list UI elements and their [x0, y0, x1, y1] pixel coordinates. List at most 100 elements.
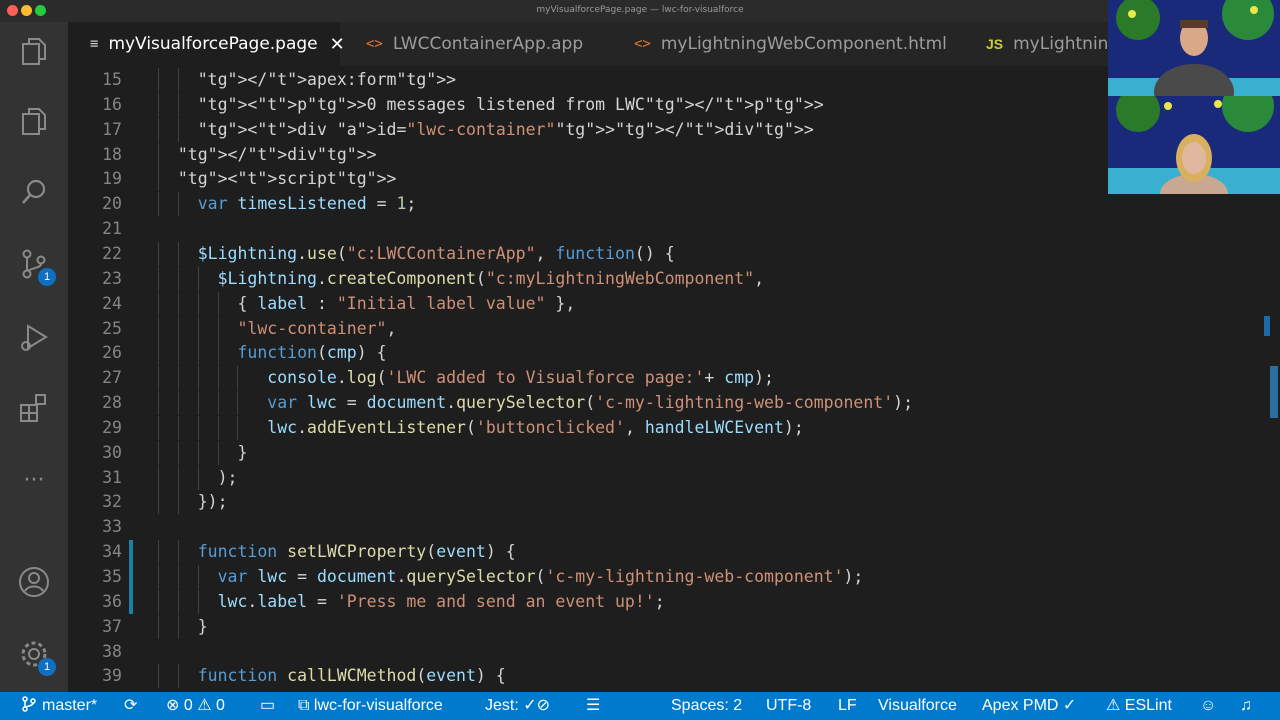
tab-mylightning-js[interactable]: JS myLightning — [986, 22, 1119, 66]
line-number: 28 — [102, 393, 122, 413]
encoding-selector[interactable]: UTF-8 — [766, 692, 811, 720]
tab-lwccontainerapp[interactable]: <> LWCContainerApp.app — [366, 22, 583, 66]
code-line[interactable]: 36 lwc.label = 'Press me and send an eve… — [68, 589, 1258, 614]
line-number: 24 — [102, 293, 122, 313]
tab-myvisualforcepage[interactable]: ≡ myVisualforcePage.page ✕ — [68, 22, 345, 66]
extensions-icon[interactable] — [14, 388, 54, 428]
activity-bar: 1 ··· 1 — [0, 22, 68, 692]
code-line[interactable]: 31 ); — [68, 465, 1258, 490]
feedback-icon[interactable]: ☺ — [1200, 692, 1216, 720]
line-number: 29 — [102, 417, 122, 437]
language-mode-selector[interactable]: Visualforce — [878, 692, 957, 720]
webcam-feed-2 — [1108, 96, 1280, 194]
branch-indicator[interactable]: master* — [22, 692, 97, 720]
apex-pmd-label: Apex PMD — [982, 697, 1059, 714]
branch-name: master* — [42, 697, 98, 714]
line-number: 34 — [102, 542, 122, 562]
code-text: "tg"></"t">div"tg">> — [177, 144, 377, 164]
code-text: var timesListened = 1; — [197, 194, 417, 214]
tab-label: myLightning — [1013, 34, 1120, 54]
code-line[interactable]: 29 lwc.addEventListener('buttonclicked',… — [68, 415, 1258, 440]
menu-lines-icon[interactable]: ☰ — [586, 692, 600, 720]
code-line[interactable]: 26 function(cmp) { — [68, 341, 1258, 366]
code-line[interactable]: 21 — [68, 217, 1258, 241]
search-icon[interactable] — [14, 172, 54, 212]
line-number: 30 — [102, 442, 122, 462]
settings-badge: 1 — [38, 658, 56, 676]
code-line[interactable]: 22 $Lightning.use("c:LWCContainerApp", f… — [68, 241, 1258, 266]
code-brackets-icon: <> — [366, 36, 383, 52]
code-text: lwc.addEventListener('buttonclicked', ha… — [267, 417, 804, 437]
code-line[interactable]: 24 { label : "Initial label value" }, — [68, 291, 1258, 316]
code-text: var lwc = document.querySelector('c-my-l… — [267, 393, 914, 413]
account-icon[interactable] — [14, 562, 54, 602]
warning-icon: ⚠ — [197, 697, 212, 714]
code-line[interactable]: 35 var lwc = document.querySelector('c-m… — [68, 565, 1258, 589]
code-line[interactable]: 38 — [68, 640, 1258, 664]
window-title: myVisualforcePage.page — lwc-for-visualf… — [536, 5, 744, 15]
line-number: 26 — [102, 343, 122, 363]
eslint-status[interactable]: ⚠ ESLint — [1106, 692, 1172, 720]
jest-status[interactable]: Jest: ✓⊘ — [485, 692, 550, 720]
code-line[interactable]: 28 var lwc = document.querySelector('c-m… — [68, 391, 1258, 416]
code-line[interactable]: 34 function setLWCProperty(event) { — [68, 540, 1258, 565]
scrollbar-thumb[interactable] — [1270, 366, 1278, 418]
code-line[interactable]: 23 $Lightning.createComponent("c:myLight… — [68, 266, 1258, 291]
tab-mylightningwebcomponent-html[interactable]: <> myLightningWebComponent.html — [634, 22, 947, 66]
code-line[interactable]: 19 "tg"><"t">script"tg">> — [68, 167, 1258, 192]
line-number: 20 — [102, 194, 122, 214]
gear-icon[interactable]: 1 — [14, 634, 56, 676]
code-line[interactable]: 18 "tg"></"t">div"tg">> — [68, 142, 1258, 167]
tab-label: myLightningWebComponent.html — [660, 34, 947, 54]
eol-selector[interactable]: LF — [838, 692, 857, 720]
code-line[interactable]: 17 "tg"><"t">div "a">id="lwc-container""… — [68, 117, 1258, 142]
notifications-bell-icon[interactable]: ♫ — [1240, 692, 1252, 720]
code-text: } — [158, 442, 248, 462]
warning-count: 0 — [216, 697, 225, 714]
code-line[interactable]: 33 — [68, 515, 1258, 539]
line-number: 38 — [102, 641, 122, 661]
code-line[interactable]: 27 console.log('LWC added to Visualforce… — [68, 366, 1258, 391]
more-icon[interactable]: ··· — [14, 460, 54, 500]
code-line[interactable]: 20 var timesListened = 1; — [68, 192, 1258, 217]
error-count: 0 — [183, 697, 193, 714]
explorer-icon[interactable] — [14, 32, 54, 72]
editor-tab-bar: ≡ myVisualforcePage.page ✕ <> LWCContain… — [68, 22, 1280, 66]
error-icon: ⊗ — [166, 697, 180, 714]
code-line[interactable]: 16 "tg"><"t">p"tg">>0 messages listened … — [68, 92, 1258, 117]
sync-icon[interactable]: ⟳ — [124, 692, 137, 720]
line-number: 36 — [102, 591, 122, 611]
close-icon[interactable]: ✕ — [330, 34, 345, 55]
code-line[interactable]: 39 function callLWCMethod(event) { — [68, 664, 1258, 689]
code-text: "tg"><"t">div "a">id="lwc-container""tg"… — [197, 119, 814, 139]
code-text: "tg"><"t">p"tg">>0 messages listened fro… — [197, 94, 824, 114]
code-line[interactable]: 15 "tg"></"t">apex:form"tg">> — [68, 68, 1258, 92]
project-indicator[interactable]: ⧉ lwc-for-visualforce — [298, 692, 443, 720]
line-number: 33 — [102, 517, 122, 537]
code-text: var lwc = document.querySelector('c-my-l… — [217, 567, 864, 586]
line-number: 17 — [102, 119, 122, 139]
files-icon[interactable] — [14, 102, 54, 142]
org-icon: ⧉ — [298, 697, 310, 714]
source-control-badge: 1 — [38, 268, 56, 286]
js-icon: JS — [986, 36, 1004, 52]
run-debug-icon[interactable] — [14, 318, 54, 358]
project-name: lwc-for-visualforce — [313, 697, 443, 714]
panel-icon[interactable]: ▭ — [260, 692, 275, 720]
webcam-feed-1 — [1108, 0, 1280, 96]
code-line[interactable]: 25 "lwc-container", — [68, 316, 1258, 341]
code-text: "lwc-container", — [237, 318, 397, 338]
problems-indicator[interactable]: ⊗ 0 ⚠ 0 — [166, 692, 225, 720]
apex-pmd-status[interactable]: Apex PMD ✓ — [982, 692, 1076, 720]
indentation-selector[interactable]: Spaces: 2 — [671, 692, 742, 720]
code-text: $Lightning.createComponent("c:myLightnin… — [217, 268, 764, 288]
line-number: 31 — [102, 467, 122, 487]
code-editor[interactable]: 15 "tg"></"t">apex:form"tg">> 16 "tg"><"t… — [68, 66, 1280, 692]
code-line[interactable]: 30 } — [68, 440, 1258, 465]
code-line[interactable]: 37 } — [68, 614, 1258, 639]
line-number: 27 — [102, 368, 122, 388]
source-control-icon[interactable]: 1 — [14, 244, 56, 286]
code-text: function(cmp) { — [237, 343, 387, 363]
code-line[interactable]: 32 }); — [68, 490, 1258, 515]
check-icon: ✓ — [1062, 697, 1077, 714]
